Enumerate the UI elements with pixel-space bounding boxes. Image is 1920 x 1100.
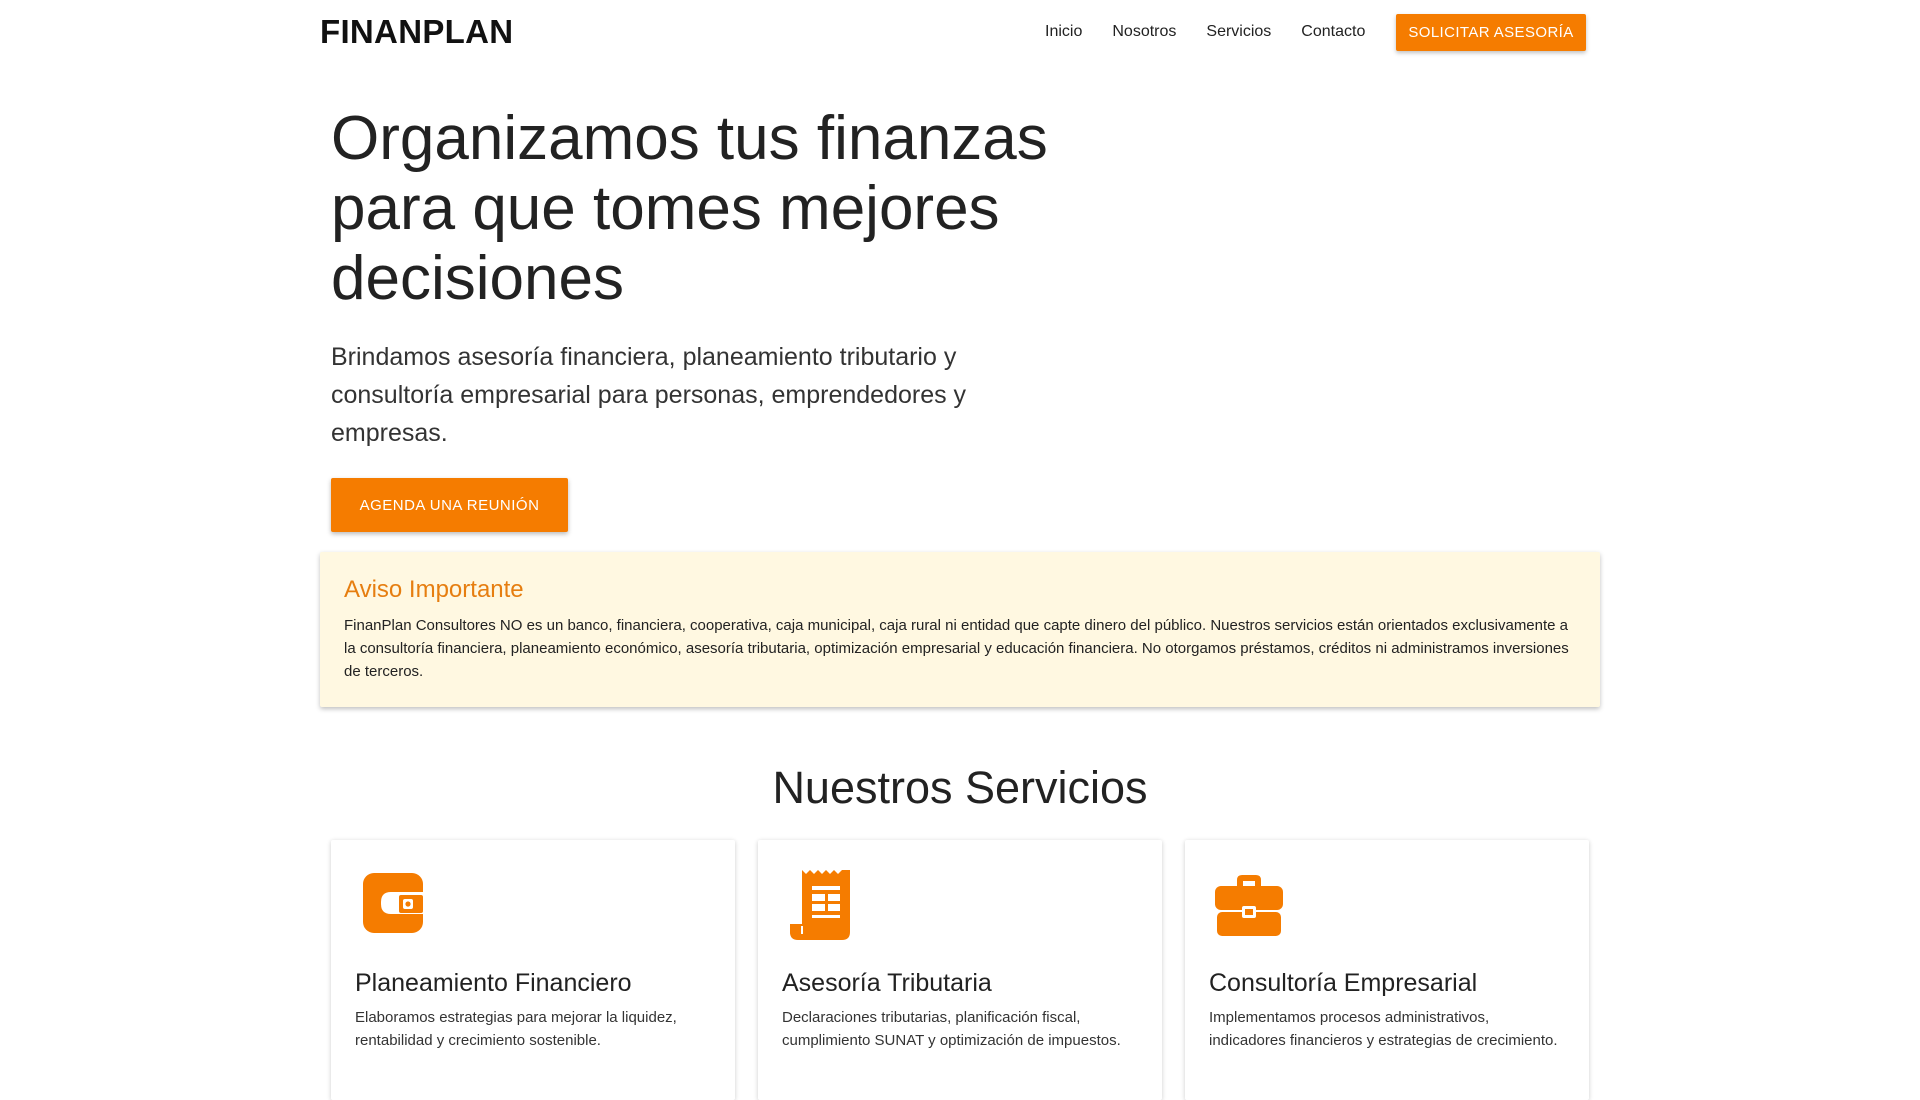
service-card-financial-planning: Planeamiento Financiero Elaboramos estra… (331, 840, 735, 1100)
hero-subtitle: Brindamos asesoría financiera, planeamie… (331, 343, 967, 447)
nav-link-contacto[interactable]: Contacto (1301, 22, 1365, 42)
brand-logo[interactable]: FINANPLAN (320, 13, 513, 51)
service-card-title: Planeamiento Financiero (355, 969, 632, 997)
service-card-title: Consultoría Empresarial (1209, 969, 1478, 997)
service-card-text: Declaraciones tributarias, planificación… (782, 1009, 1121, 1049)
notice-title: Aviso Importante (344, 576, 524, 603)
request-advice-button[interactable]: SOLICITAR ASESORÍA (1396, 14, 1586, 51)
wallet-icon (363, 873, 423, 933)
nav-link-inicio[interactable]: Inicio (1045, 22, 1082, 42)
notice-text: FinanPlan Consultores NO es un banco, fi… (344, 617, 1569, 680)
hero-title: Organizamos tus finanzas para que tomes … (331, 104, 1048, 313)
services-title: Nuestros Servicios (772, 762, 1148, 813)
service-card-title: Asesoría Tributaria (782, 969, 992, 997)
important-notice: Aviso Importante FinanPlan Consultores N… (320, 552, 1600, 707)
briefcase-icon (1215, 875, 1283, 936)
site-header: FINANPLAN Inicio Nosotros Servicios Cont… (0, 0, 1920, 64)
service-card-text: Elaboramos estrategias para mejorar la l… (355, 1009, 677, 1049)
service-card-tax-advice: Asesoría Tributaria Declaraciones tribut… (758, 840, 1162, 1100)
service-card-business-consulting: Consultoría Empresarial Implementamos pr… (1185, 840, 1589, 1100)
schedule-meeting-button[interactable]: AGENDA UNA REUNIÓN (331, 478, 568, 532)
service-card-text: Implementamos procesos administrativos, … (1209, 1009, 1558, 1049)
receipt-icon (790, 870, 850, 940)
nav-link-servicios[interactable]: Servicios (1206, 22, 1271, 42)
main-nav: Inicio Nosotros Servicios Contacto (1045, 0, 1395, 64)
nav-link-nosotros[interactable]: Nosotros (1112, 22, 1176, 42)
